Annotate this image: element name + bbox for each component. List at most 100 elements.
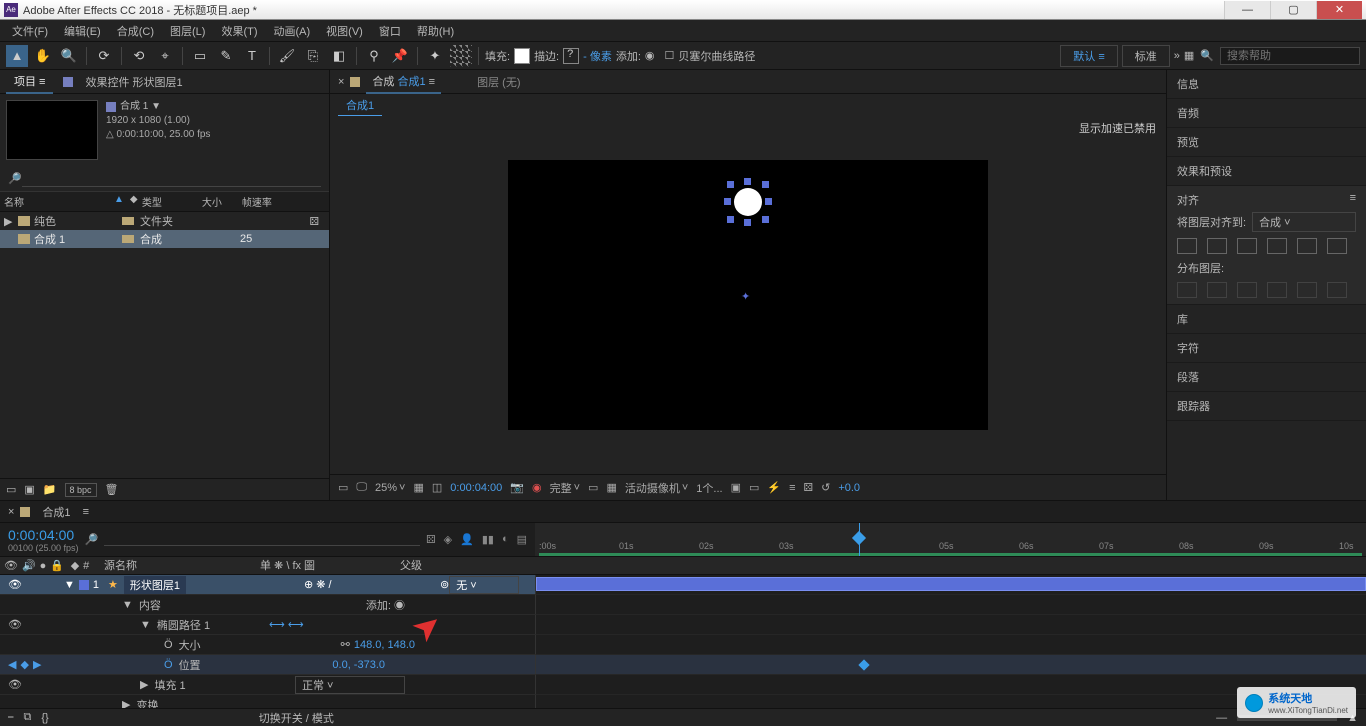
tab-effect-controls[interactable]: 效果控件 形状图层1 xyxy=(77,71,190,93)
fast-preview-icon[interactable]: ⚡ xyxy=(767,481,781,494)
eye-icon[interactable]: 👁 xyxy=(8,578,22,591)
handle-b[interactable] xyxy=(744,219,751,226)
eye-col-icon[interactable]: 👁 xyxy=(4,559,18,572)
maximize-button[interactable]: ▢ xyxy=(1270,1,1316,19)
toggle-switches-icon[interactable]: ⎯ xyxy=(8,711,14,724)
shy-icon[interactable]: 👤 xyxy=(460,533,474,546)
menu-edit[interactable]: 编辑(E) xyxy=(58,21,107,41)
timeline-timecode[interactable]: 0:00:04:00 xyxy=(8,527,79,543)
kf-add[interactable]: ◆ xyxy=(20,658,28,671)
new-comp-icon[interactable]: ▣ xyxy=(24,483,34,496)
magnify-icon[interactable]: ▭ xyxy=(338,481,348,494)
menu-view[interactable]: 视图(V) xyxy=(320,21,369,41)
align-vc-icon[interactable] xyxy=(1297,238,1317,254)
kf-nav-prev[interactable]: ◀ xyxy=(8,658,16,671)
grid-toggle-icon[interactable]: ▦ xyxy=(413,481,423,494)
prop-ellipse[interactable]: 👁▼椭圆路径 1 ⟷ ⟷ xyxy=(0,615,1366,635)
panel-effects[interactable]: 效果和预设 xyxy=(1167,157,1366,186)
comp-thumbnail[interactable] xyxy=(6,100,98,160)
align-bottom-icon[interactable] xyxy=(1327,238,1347,254)
panel-info[interactable]: 信息 xyxy=(1167,70,1366,99)
grid-icon[interactable] xyxy=(450,45,472,67)
transparency-icon[interactable]: ▦ xyxy=(606,481,616,494)
zoom-dropdown[interactable]: 25% ˅ xyxy=(375,482,405,494)
project-search-input[interactable] xyxy=(22,170,321,187)
tab-comp-viewer[interactable]: 合成 合成1 ≡ xyxy=(366,70,441,94)
layer-row-1[interactable]: 👁 ▼1 ★ 形状图层1 ⊕ ❋ / ⊚无 ˅ xyxy=(0,575,1366,595)
fill-swatch[interactable] xyxy=(514,48,530,64)
handle-r[interactable] xyxy=(765,198,772,205)
new-folder-icon[interactable]: 📁 xyxy=(43,483,57,496)
keyframe[interactable] xyxy=(858,659,869,670)
close-tab-icon[interactable]: × xyxy=(338,76,344,88)
3d-icon[interactable]: ▣ xyxy=(731,481,741,494)
workspace-more-icon[interactable]: » xyxy=(1174,50,1180,62)
col-type[interactable]: 类型 xyxy=(142,194,202,209)
close-tl-tab-icon[interactable]: × xyxy=(8,506,14,518)
pixel-aspect-icon[interactable]: ▭ xyxy=(749,481,759,494)
col-size[interactable]: 大小 xyxy=(202,194,242,209)
solo-col-icon[interactable]: ● xyxy=(40,560,47,572)
rect-tool[interactable]: ▭ xyxy=(189,45,211,67)
prop-fill[interactable]: 👁▶填充 1 正常 ˅ xyxy=(0,675,1366,695)
zoom-tool[interactable]: 🔍 xyxy=(58,45,80,67)
exposure-value[interactable]: +0.0 xyxy=(838,482,860,494)
handle-tr[interactable] xyxy=(762,181,769,188)
anchor-point-icon[interactable]: ✦ xyxy=(741,290,755,304)
align-to-dropdown[interactable]: 合成 ˅ xyxy=(1252,212,1356,232)
pickwhip-icon[interactable]: ⊚ xyxy=(440,578,449,591)
menu-file[interactable]: 文件(F) xyxy=(6,21,54,41)
camera-dropdown[interactable]: 活动摄像机 ˅ xyxy=(625,480,688,496)
frameblend-icon[interactable]: ▮▮ xyxy=(482,533,494,546)
stopwatch-icon[interactable]: Ö xyxy=(164,639,173,651)
motionblur-icon[interactable]: ◐ xyxy=(502,533,509,546)
col-label-icon[interactable]: ◆ xyxy=(130,194,142,209)
col-source-name[interactable]: 源名称 xyxy=(100,557,260,574)
link-icon[interactable]: ⚯ xyxy=(341,639,350,651)
toggle-render-icon[interactable]: {} xyxy=(41,712,48,724)
fill-mode-dropdown[interactable]: 正常 ˅ xyxy=(295,676,405,694)
draft3d-icon[interactable]: ◈ xyxy=(444,533,452,546)
comp-mini-flow-icon[interactable]: ⚄ xyxy=(426,533,436,546)
bezier-checkbox[interactable]: ☐ xyxy=(665,49,675,62)
timeline-icon[interactable]: ≡ xyxy=(789,482,795,494)
time-ruler[interactable]: :00s 01s 02s 03s 05s 06s 07s 08s 09s 10s xyxy=(535,523,1366,556)
selection-tool[interactable]: ▲ xyxy=(6,45,28,67)
panel-tracker[interactable]: 跟踪器 xyxy=(1167,392,1366,421)
comp-name[interactable]: 合成 1 ▼ xyxy=(120,100,161,114)
work-area-bar[interactable] xyxy=(539,553,1362,556)
monitor-icon[interactable]: 🖵 xyxy=(356,481,367,494)
kf-nav-next[interactable]: ▶ xyxy=(33,658,41,671)
roto-tool[interactable]: ⚲ xyxy=(363,45,385,67)
views-dropdown[interactable]: 1个... xyxy=(696,480,722,496)
pen-tool[interactable]: ✎ xyxy=(215,45,237,67)
current-time[interactable]: 0:00:04:00 xyxy=(450,482,502,494)
col-fps[interactable]: 帧速率 xyxy=(242,194,272,209)
flowchart2-icon[interactable]: ⚄ xyxy=(804,481,814,494)
panel-paragraph[interactable]: 段落 xyxy=(1167,363,1366,392)
minimize-button[interactable]: — xyxy=(1224,1,1270,19)
tl-menu-icon[interactable]: ≡ xyxy=(83,506,89,518)
layer-name[interactable]: 形状图层1 xyxy=(124,576,186,594)
prop-size[interactable]: Ö大小 ⚯148.0, 148.0 xyxy=(0,635,1366,655)
toggle-in-out-icon[interactable]: ⧉ xyxy=(24,711,32,724)
align-top-icon[interactable] xyxy=(1267,238,1287,254)
brush-tool[interactable]: 🖌 xyxy=(276,45,298,67)
align-right-icon[interactable] xyxy=(1237,238,1257,254)
parent-dropdown[interactable]: 无 ˅ xyxy=(449,576,519,594)
reset-workspace-icon[interactable]: ▦ xyxy=(1184,49,1194,62)
switch-mode-label[interactable]: 切换开关 / 模式 xyxy=(259,710,334,726)
flowchart-icon[interactable]: ⚄ xyxy=(309,215,319,228)
tab-project[interactable]: 项目 ≡ xyxy=(6,70,53,94)
prop-position[interactable]: ◀◆▶Ö位置 0.0, -373.0 xyxy=(0,655,1366,675)
stroke-width[interactable]: - 像素 xyxy=(583,48,612,64)
speaker-col-icon[interactable]: 🔊 xyxy=(22,559,36,572)
timeline-search-input[interactable] xyxy=(104,533,420,546)
panel-character[interactable]: 字符 xyxy=(1167,334,1366,363)
stroke-label[interactable]: 描边: xyxy=(534,48,559,64)
handle-l[interactable] xyxy=(724,198,731,205)
shape-ellipse[interactable] xyxy=(734,188,762,216)
menu-help[interactable]: 帮助(H) xyxy=(411,21,460,41)
prop-contents[interactable]: ▼内容 添加: ◉ xyxy=(0,595,1366,615)
col-name[interactable]: 名称 xyxy=(4,194,114,209)
